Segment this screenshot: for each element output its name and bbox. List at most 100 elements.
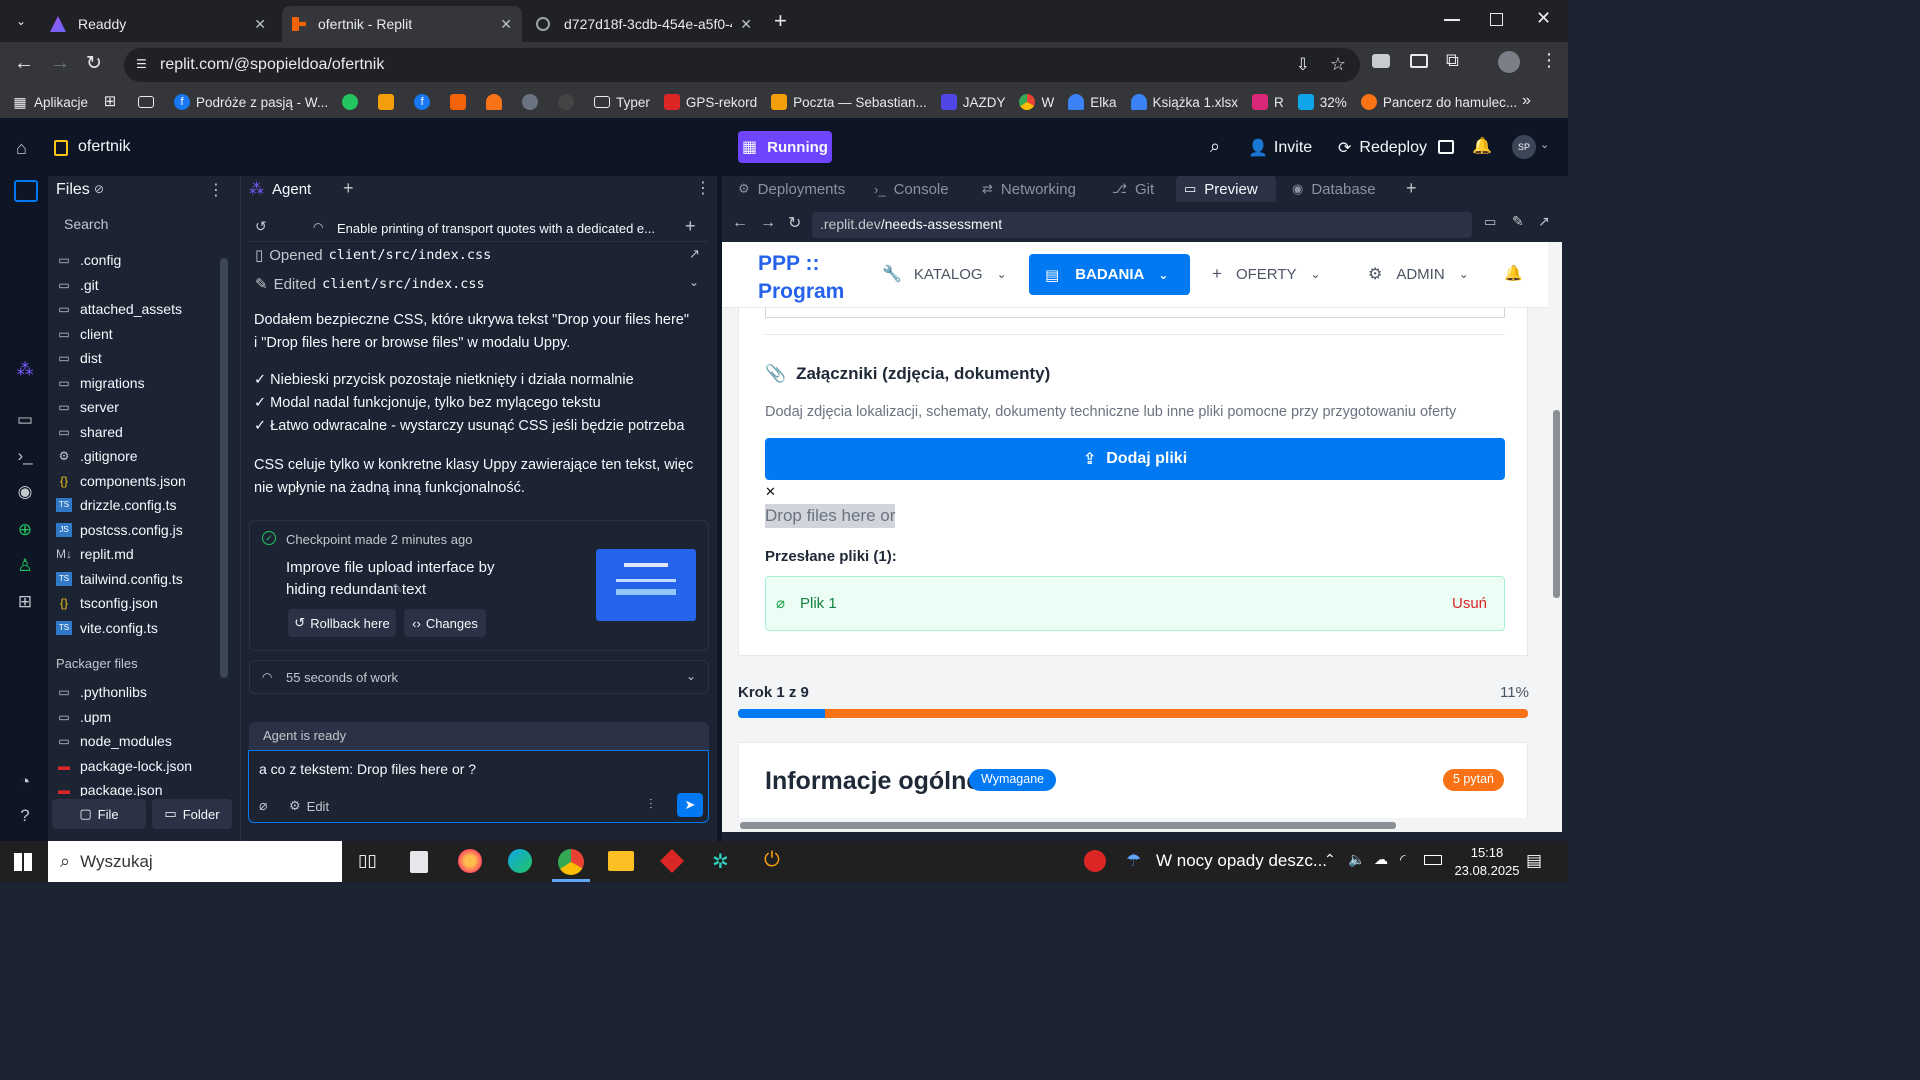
file-tree-item[interactable]: JS postcss.config.js [56, 518, 183, 542]
run-status-button[interactable]: ▦ Running [738, 131, 832, 163]
tab-deployments[interactable]: ⚙ Deployments [730, 176, 853, 202]
files-scrollbar[interactable] [220, 258, 228, 678]
tab-readdy[interactable]: Readdy ✕ [40, 6, 276, 42]
bookmark-icon-7[interactable] [558, 94, 580, 110]
bookmark-icon-1[interactable] [342, 94, 364, 110]
vertical-scrollbar[interactable] [1550, 242, 1562, 832]
history-icon[interactable]: ↺ [255, 218, 267, 235]
bookmark-icon-3[interactable]: f [414, 94, 436, 110]
app-brand[interactable]: PPP :: Program [758, 250, 868, 306]
agent-tool-icon[interactable]: ⁂ [14, 360, 36, 382]
reload-icon[interactable]: ↻ [788, 213, 801, 233]
back-icon[interactable]: ← [14, 52, 34, 75]
install-icon[interactable]: ⇩ [1296, 55, 1310, 75]
open-new-tab-icon[interactable]: ↗ [1538, 213, 1550, 230]
settings-sliders-icon[interactable]: ⫶ [649, 796, 653, 813]
textarea-bottom[interactable] [765, 308, 1505, 318]
profile-avatar[interactable] [1498, 51, 1520, 73]
external-link-icon[interactable]: ↗ [689, 246, 700, 262]
volume-icon[interactable]: 🔈 [1348, 851, 1365, 868]
tab-preview[interactable]: ▭ Preview [1176, 176, 1276, 202]
task-view-icon[interactable]: ▯▯ [358, 851, 377, 871]
search-input[interactable]: Search [54, 210, 226, 238]
packager-item[interactable]: ▬ package-lock.json [56, 754, 192, 778]
file-tree-item[interactable]: ▭ attached_assets [56, 297, 182, 321]
bookmark-32[interactable]: 32% [1297, 94, 1347, 110]
nav-admin[interactable]: ⚙ ADMIN ⌄ [1368, 264, 1469, 284]
chat-input-box[interactable]: a co z tekstem: Drop files here or ? ⌀ ⚙… [248, 750, 709, 823]
file-tree-item[interactable]: {} tsconfig.json [56, 591, 158, 615]
attach-icon[interactable]: ⌀ [259, 797, 267, 814]
file-app-icon[interactable] [410, 851, 428, 873]
new-chat-icon[interactable]: + [685, 216, 696, 237]
reload-icon[interactable]: ↻ [86, 52, 102, 75]
new-pane-button[interactable]: + [343, 178, 354, 199]
menu-icon[interactable]: ⋮ [1540, 50, 1558, 71]
pencil-icon[interactable]: ✎ [392, 581, 403, 597]
file-tree-item[interactable]: {} components.json [56, 469, 186, 493]
invite-button[interactable]: 👤 Invite [1248, 138, 1312, 158]
edge-icon[interactable] [508, 849, 532, 873]
bookmark-elka[interactable]: Elka [1068, 94, 1117, 110]
back-icon[interactable]: ← [732, 214, 748, 232]
add-tab-icon[interactable]: + [1406, 178, 1417, 199]
send-button[interactable]: ➤ [677, 793, 703, 817]
battery-icon[interactable] [1424, 855, 1442, 865]
restore-icon[interactable] [1490, 13, 1503, 26]
firefox-icon[interactable] [458, 849, 482, 873]
tab-networking[interactable]: ⇄ Networking [974, 176, 1084, 202]
project-name[interactable]: ofertnik [78, 138, 130, 156]
more-bookmarks-icon[interactable]: » [1522, 92, 1531, 110]
preview-url-field[interactable]: .replit.dev/needs-assessment [812, 212, 1472, 238]
nav-badania[interactable]: ▤ BADANIA ⌄ [1029, 254, 1190, 295]
bell-icon[interactable]: 🔔 [1504, 264, 1523, 282]
bookmark-icon-2[interactable] [378, 94, 400, 110]
app-icon-red[interactable] [660, 849, 684, 873]
file-tree-item[interactable]: ▭ migrations [56, 371, 144, 395]
pane-menu-icon[interactable]: ⋮ [695, 178, 711, 198]
chat-input[interactable]: a co z tekstem: Drop files here or ? [259, 761, 476, 777]
close-icon[interactable]: ✕ [740, 16, 752, 33]
devtools-icon[interactable]: ✎ [1512, 213, 1524, 230]
devices-icon[interactable]: ▭ [1484, 214, 1496, 230]
theme-icon[interactable]: ◔ [14, 772, 36, 794]
bookmark-w[interactable]: W [1019, 94, 1054, 110]
add-files-button[interactable]: ⇪ Dodaj pliki [765, 438, 1505, 480]
bookmark-apps[interactable]: ▦ Aplikacje [12, 94, 88, 110]
chevron-down-icon[interactable]: ⌄ [689, 275, 699, 289]
users-tool-icon[interactable]: ♙ [14, 556, 36, 578]
preview-tool-icon[interactable]: ▭ [14, 410, 36, 432]
file-tree-item[interactable]: TS drizzle.config.ts [56, 493, 176, 517]
wifi-icon[interactable]: ◜ [1400, 851, 1405, 868]
remove-file-button[interactable]: Usuń [1452, 595, 1487, 612]
camera-icon[interactable] [1372, 54, 1390, 68]
packager-item[interactable]: ▭ .pythonlibs [56, 680, 147, 704]
edited-file-row[interactable]: ✎ Edited client/src/index.css [255, 275, 485, 294]
ladybug-icon[interactable] [1084, 850, 1106, 872]
bookmark-podroze[interactable]: f Podróże z pasją - W... [174, 94, 328, 110]
minimize-icon[interactable] [1444, 19, 1460, 21]
layout-icon[interactable] [1438, 140, 1454, 154]
tab-database[interactable]: ◉ Database [1284, 176, 1384, 202]
bookmark-star-icon[interactable]: ☆ [1330, 54, 1346, 75]
file-name[interactable]: Plik 1 [800, 595, 837, 612]
edit-mode-button[interactable]: ⚙ Edit [289, 798, 329, 814]
file-tree-item[interactable]: ▭ .git [56, 273, 98, 297]
redeploy-button[interactable]: ⟳ Redeploy [1338, 138, 1427, 158]
checkpoint-thumbnail[interactable] [596, 549, 696, 621]
onedrive-icon[interactable]: ☁ [1374, 851, 1388, 868]
tray-chevron-icon[interactable]: ⌃ [1324, 851, 1336, 868]
tab-replit[interactable]: ofertnik - Replit ✕ [282, 6, 522, 42]
networking-tool-icon[interactable]: ⊕ [14, 520, 36, 542]
weather-text[interactable]: W nocy opady deszc... [1156, 851, 1327, 871]
file-tree-item[interactable]: ▭ shared [56, 420, 122, 444]
close-icon[interactable]: ✕ [500, 16, 512, 33]
file-tree-item[interactable]: ▭ server [56, 395, 119, 419]
file-tree-item[interactable]: TS tailwind.config.ts [56, 567, 183, 591]
scroll-thumb[interactable] [1553, 410, 1560, 598]
search-icon[interactable]: ⌕ [1210, 136, 1220, 157]
tab-git[interactable]: ⎇ Git [1104, 176, 1162, 202]
packager-item[interactable]: ▭ .upm [56, 705, 111, 729]
close-icon[interactable]: ✕ [254, 16, 266, 33]
chrome-icon[interactable] [558, 849, 584, 875]
